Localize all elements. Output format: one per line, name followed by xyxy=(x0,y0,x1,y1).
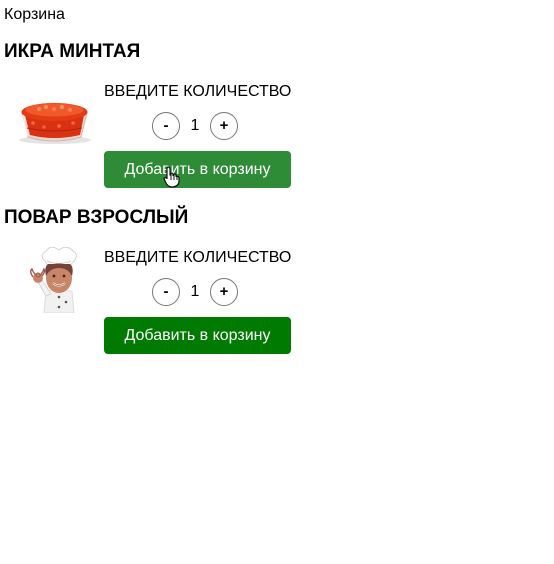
product-image xyxy=(4,247,104,313)
quantity-stepper: - 1 + xyxy=(104,278,291,306)
product-title: ПОВАР ВЗРОСЛЫЙ xyxy=(4,207,189,228)
add-to-cart-button[interactable]: Добавить в корзину xyxy=(104,317,291,354)
increase-quantity-button[interactable]: + xyxy=(210,112,238,140)
product-image xyxy=(4,81,104,147)
quantity-label: ВВЕДИТЕ КОЛИЧЕСТВО xyxy=(104,249,292,266)
caviar-jar-image xyxy=(4,81,104,147)
product-title: ИКРА МИНТАЯ xyxy=(4,41,141,62)
quantity-value: 1 xyxy=(190,117,200,134)
quantity-stepper: - 1 + xyxy=(104,112,291,140)
decrease-quantity-button[interactable]: - xyxy=(152,278,180,306)
quantity-value: 1 xyxy=(190,283,200,300)
increase-quantity-button[interactable]: + xyxy=(210,278,238,306)
cart-link[interactable]: Корзина xyxy=(4,5,65,25)
quantity-label: ВВЕДИТЕ КОЛИЧЕСТВО xyxy=(104,83,292,100)
chef-image xyxy=(4,247,104,313)
decrease-quantity-button[interactable]: - xyxy=(152,112,180,140)
add-to-cart-button[interactable]: Добавить в корзину xyxy=(104,151,291,188)
